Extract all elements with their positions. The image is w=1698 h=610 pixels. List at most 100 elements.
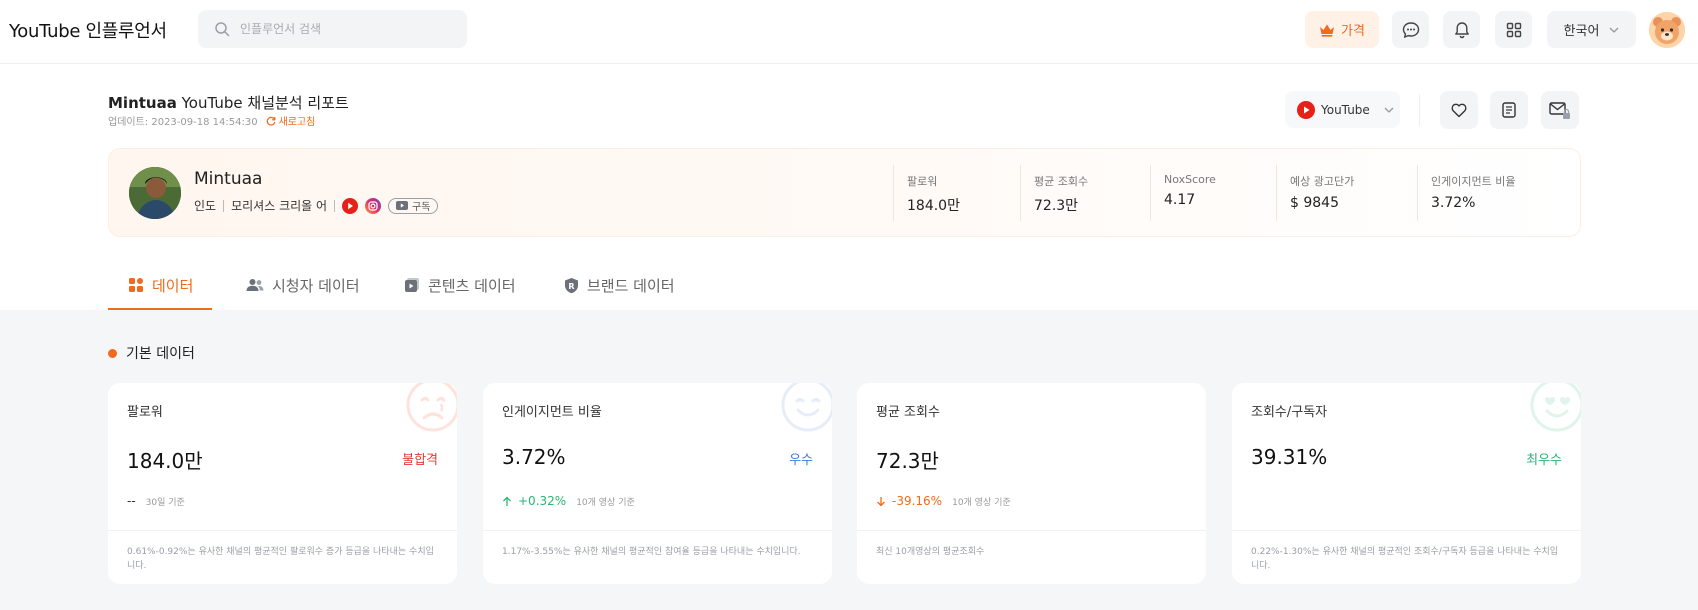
bell-icon <box>1454 21 1469 38</box>
channel-meta: 인도 모리셔스 크리올 어 구독 <box>194 197 439 214</box>
card-trend: +0.32% 10개 영상 기준 <box>502 494 635 508</box>
chat-button[interactable] <box>1392 11 1429 48</box>
language-label: 한국어 <box>1563 24 1600 39</box>
card-divider <box>483 530 832 531</box>
search-box[interactable] <box>198 10 467 48</box>
chat-icon <box>1402 21 1419 38</box>
tab-data[interactable]: 데이터 <box>128 260 193 310</box>
love-face-icon <box>1530 383 1581 432</box>
brand-title[interactable]: YouTube 인플루언서 <box>9 17 167 43</box>
report-title: Mintuaa YouTube 채널분석 리포트 <box>108 92 349 113</box>
metric-card-views-per-subscriber: 조회수/구독자 39.31% 최우수 0.22%-1.30%는 유사한 채널의 … <box>1232 383 1581 584</box>
notification-button[interactable] <box>1443 11 1480 48</box>
card-footnote: 0.61%-0.92%는 유사한 채널의 평균적인 팔로워수 증가 등급을 나타… <box>127 547 434 571</box>
stat-ad-price: 예상 광고단가 $ 9845 <box>1276 165 1354 221</box>
subscribe-badge[interactable]: 구독 <box>388 197 439 214</box>
arrow-up-icon <box>503 496 511 506</box>
card-divider <box>1232 530 1581 531</box>
card-title: 평균 조회수 <box>876 405 940 420</box>
stat-label: 인게이지먼트 비율 <box>1431 175 1516 188</box>
email-lock-icon <box>1549 102 1570 119</box>
youtube-icon[interactable] <box>342 197 359 214</box>
channel-name: Mintuaa <box>194 169 263 189</box>
price-label: 가격 <box>1341 24 1365 39</box>
document-icon <box>1502 102 1516 118</box>
chevron-down-icon <box>1609 27 1619 33</box>
metric-card-engagement: 인게이지먼트 비율 3.72% 우수 +0.32% 10개 영상 기준 1.17… <box>483 383 832 584</box>
stat-value: 3.72% <box>1431 195 1476 211</box>
stat-engagement-rate: 인게이지먼트 비율 3.72% <box>1417 165 1515 221</box>
card-title: 조회수/구독자 <box>1251 405 1328 420</box>
card-footnote: 0.22%-1.30%는 유사한 채널의 평균적인 조회수/구독자 등급을 나타… <box>1251 547 1559 571</box>
stat-label: 팔로워 <box>907 175 938 188</box>
update-info: 업데이트: 2023-09-18 14:54:30 새로고침 <box>108 113 315 128</box>
video-content-icon <box>405 278 419 292</box>
channel-country: 인도 <box>194 199 217 213</box>
contact-email-button[interactable] <box>1541 91 1579 129</box>
heart-icon <box>1451 103 1467 117</box>
trend-note: 30일 기준 <box>145 497 185 508</box>
tab-label: 콘텐츠 데이터 <box>428 276 516 295</box>
arrow-down-icon <box>877 496 885 506</box>
refresh-icon <box>266 116 275 126</box>
price-button[interactable]: 가격 <box>1305 11 1379 48</box>
card-value: 3.72% <box>502 445 566 469</box>
report-export-button[interactable] <box>1490 91 1528 129</box>
section-title-text: 기본 데이터 <box>126 346 195 362</box>
update-timestamp: 업데이트: 2023-09-18 14:54:30 <box>108 117 258 128</box>
card-divider <box>857 530 1206 531</box>
card-value: 184.0만 <box>127 449 203 473</box>
bear-avatar-icon <box>1649 12 1685 48</box>
stat-value: 4.17 <box>1164 192 1196 208</box>
section-title: 기본 데이터 <box>108 343 195 363</box>
favorite-button[interactable] <box>1440 91 1478 129</box>
language-selector[interactable]: 한국어 <box>1547 11 1636 48</box>
sad-face-icon <box>406 383 457 432</box>
refresh-label: 새로고침 <box>278 117 316 128</box>
refresh-button[interactable]: 새로고침 <box>266 113 316 128</box>
user-avatar[interactable] <box>1649 12 1685 48</box>
card-footnote: 최신 10개영상의 평균조회수 <box>876 547 985 557</box>
trend-value: +0.32% <box>518 494 567 508</box>
report-channel-name: Mintuaa <box>108 94 177 112</box>
channel-language: 모리셔스 크리올 어 <box>231 199 328 213</box>
card-grade: 불합격 <box>402 453 438 468</box>
tab-label: 시청자 데이터 <box>272 276 360 295</box>
trend-value: -- <box>127 494 136 508</box>
grid-icon <box>1506 22 1521 37</box>
stat-average-views: 평균 조회수 72.3만 <box>1020 165 1088 221</box>
platform-selector[interactable]: YouTube <box>1285 91 1400 128</box>
card-trend: -- 30일 기준 <box>127 494 185 508</box>
stat-label: NoxScore <box>1164 173 1216 186</box>
tab-brand-data[interactable]: R 브랜드 데이터 <box>564 260 675 310</box>
metric-card-average-views: 평균 조회수 72.3만 -39.16% 10개 영상 기준 최신 10개영상의… <box>857 383 1206 584</box>
search-input[interactable] <box>240 10 460 48</box>
report-title-suffix: YouTube 채널분석 리포트 <box>181 94 349 112</box>
channel-avatar[interactable] <box>129 167 181 219</box>
card-value: 72.3만 <box>876 449 939 473</box>
subscribe-label: 구독 <box>412 202 431 213</box>
card-trend: -39.16% 10개 영상 기준 <box>876 494 1011 508</box>
tab-label: 브랜드 데이터 <box>587 276 675 295</box>
apps-button[interactable] <box>1495 11 1532 48</box>
stat-followers: 팔로워 184.0만 <box>893 165 960 221</box>
card-title: 팔로워 <box>127 405 163 420</box>
platform-label: YouTube <box>1321 102 1370 117</box>
stat-label: 예상 광고단가 <box>1290 175 1355 188</box>
tab-content-data[interactable]: 콘텐츠 데이터 <box>404 260 516 310</box>
youtube-small-icon <box>396 201 409 210</box>
smile-face-icon <box>781 383 832 432</box>
stat-label: 평균 조회수 <box>1034 175 1089 188</box>
metric-card-followers: 팔로워 184.0만 불합격 -- 30일 기준 0.61%-0.92%는 유사… <box>108 383 457 584</box>
dashboard-icon <box>129 278 143 292</box>
stat-value: 184.0만 <box>907 198 960 214</box>
stat-value: 72.3만 <box>1034 198 1079 214</box>
instagram-icon[interactable] <box>365 197 382 214</box>
trend-note: 10개 영상 기준 <box>952 497 1011 508</box>
trend-note: 10개 영상 기준 <box>576 497 635 508</box>
chevron-down-icon <box>1384 107 1394 113</box>
person-avatar-icon <box>129 167 181 219</box>
stat-noxscore: NoxScore 4.17 <box>1150 165 1216 221</box>
card-footnote: 1.17%-3.55%는 유사한 채널의 평균적인 참여율 등급을 나타내는 수… <box>502 547 801 557</box>
tab-viewer-data[interactable]: 시청자 데이터 <box>246 260 360 310</box>
